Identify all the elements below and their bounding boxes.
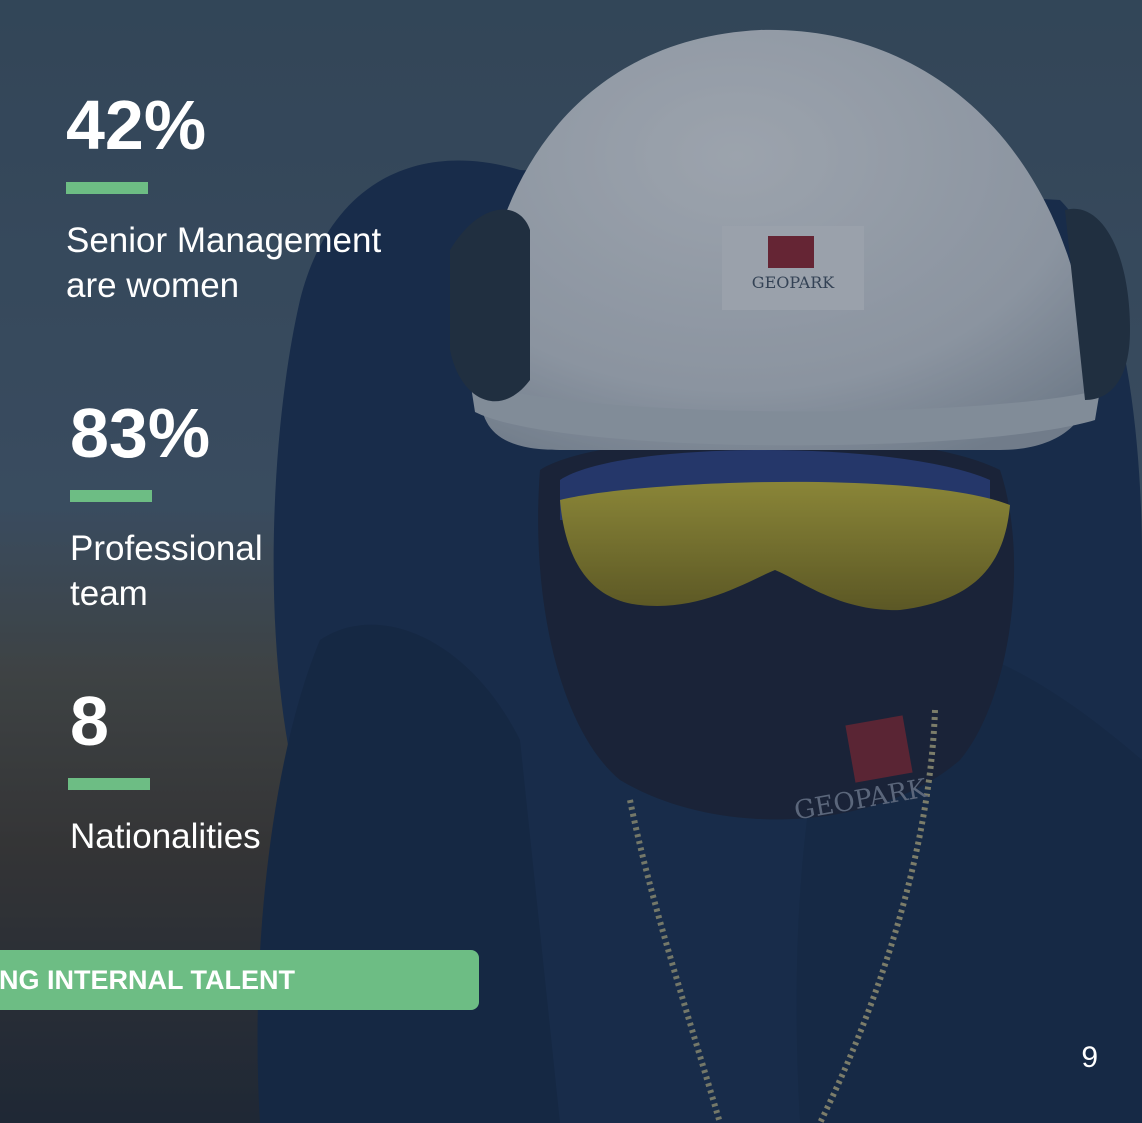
slide: GEOPARK GEOPARK 42% Senior Management ar… [0,0,1142,1123]
banner-label: OTING INTERNAL TALENT [0,964,295,995]
stat-value: 42% [66,86,207,164]
internal-talent-banner: OTING INTERNAL TALENT [0,950,479,1010]
stat-value: 8 [70,682,109,760]
stat-nationalities: 8 Nationalities [68,682,261,859]
stat-label: Nationalities [70,817,261,856]
stat-label: Professional team [70,529,263,613]
page-number: 9 [1081,1041,1098,1074]
stat-professional-team: 83% Professional team [70,398,263,616]
stat-label: Senior Management are women [66,221,382,305]
stat-senior-management: 42% Senior Management are women [66,90,381,308]
accent-divider [66,182,148,194]
stat-value: 83% [70,394,211,472]
accent-divider [68,778,150,790]
accent-divider [70,490,152,502]
